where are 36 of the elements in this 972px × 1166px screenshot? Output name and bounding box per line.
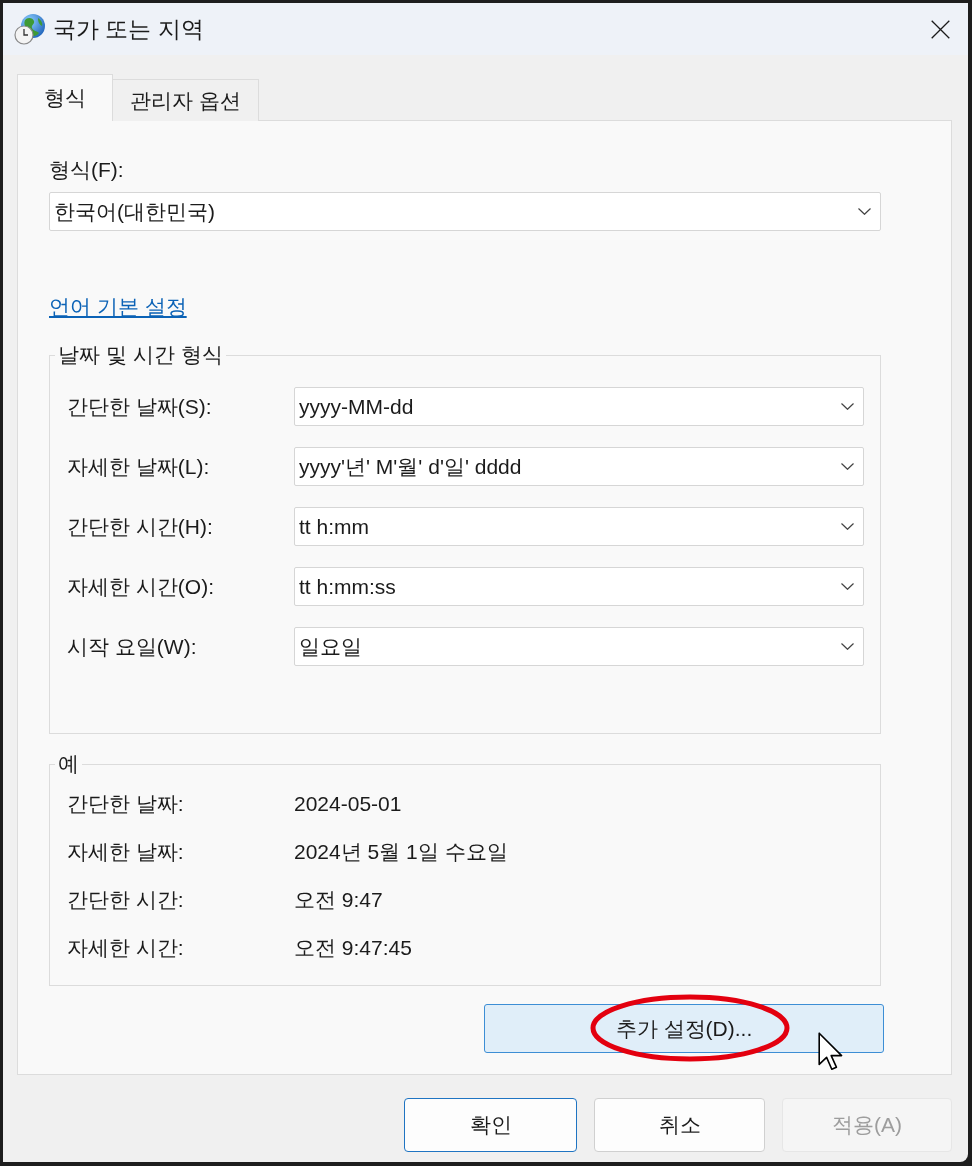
- tab[interactable]: 관리자 옵션: [113, 79, 259, 121]
- format-label: 자세한 시간(O):: [67, 573, 215, 600]
- example-label: 자세한 날짜:: [67, 839, 185, 865]
- example-value: 2024년 5월 1일 수요일: [294, 839, 508, 865]
- format-label: 시작 요일(W):: [67, 633, 198, 660]
- example-value: 오전 9:47:45: [294, 935, 412, 961]
- format-dropdown[interactable]: yyyy-MM-dd: [294, 387, 864, 426]
- close-icon: [930, 19, 950, 39]
- example-label: 간단한 날짜:: [67, 791, 185, 817]
- chevron-down-icon: [841, 523, 854, 530]
- format-dropdown[interactable]: 일요일: [294, 627, 864, 666]
- format-label: 간단한 날짜(S):: [67, 393, 213, 420]
- format-dropdown[interactable]: yyyy'년' M'월' d'일' dddd: [294, 447, 864, 486]
- chevron-down-icon: [841, 403, 854, 410]
- window-title: 국가 또는 지역: [53, 16, 204, 42]
- globe-clock-icon: [14, 13, 46, 45]
- chevron-down-icon: [841, 643, 854, 650]
- dialog-button[interactable]: 취소: [594, 1098, 765, 1152]
- mouse-pointer-icon: [818, 1032, 844, 1071]
- example-value: 오전 9:47: [294, 887, 383, 913]
- dialog-button[interactable]: 확인: [404, 1098, 577, 1152]
- example-value: 2024-05-01: [294, 791, 402, 817]
- format-dropdown[interactable]: 한국어(대한민국): [49, 192, 881, 231]
- chevron-down-icon: [841, 583, 854, 590]
- chevron-down-icon: [858, 208, 871, 215]
- example-label: 자세한 시간:: [67, 935, 185, 961]
- format-label: 간단한 시간(H):: [67, 513, 214, 540]
- example-label: 간단한 시간:: [67, 887, 185, 913]
- format-label: 자세한 날짜(L):: [67, 453, 211, 480]
- settings-link[interactable]: 언어 기본 설정: [49, 293, 187, 321]
- format-dropdown[interactable]: tt h:mm: [294, 507, 864, 546]
- format-label: 형식(F):: [49, 157, 125, 183]
- format-dropdown[interactable]: tt h:mm:ss: [294, 567, 864, 606]
- additional-settings-button[interactable]: 추가 설정(D)...: [484, 1004, 884, 1053]
- chevron-down-icon: [841, 463, 854, 470]
- tab[interactable]: 형식: [17, 74, 113, 121]
